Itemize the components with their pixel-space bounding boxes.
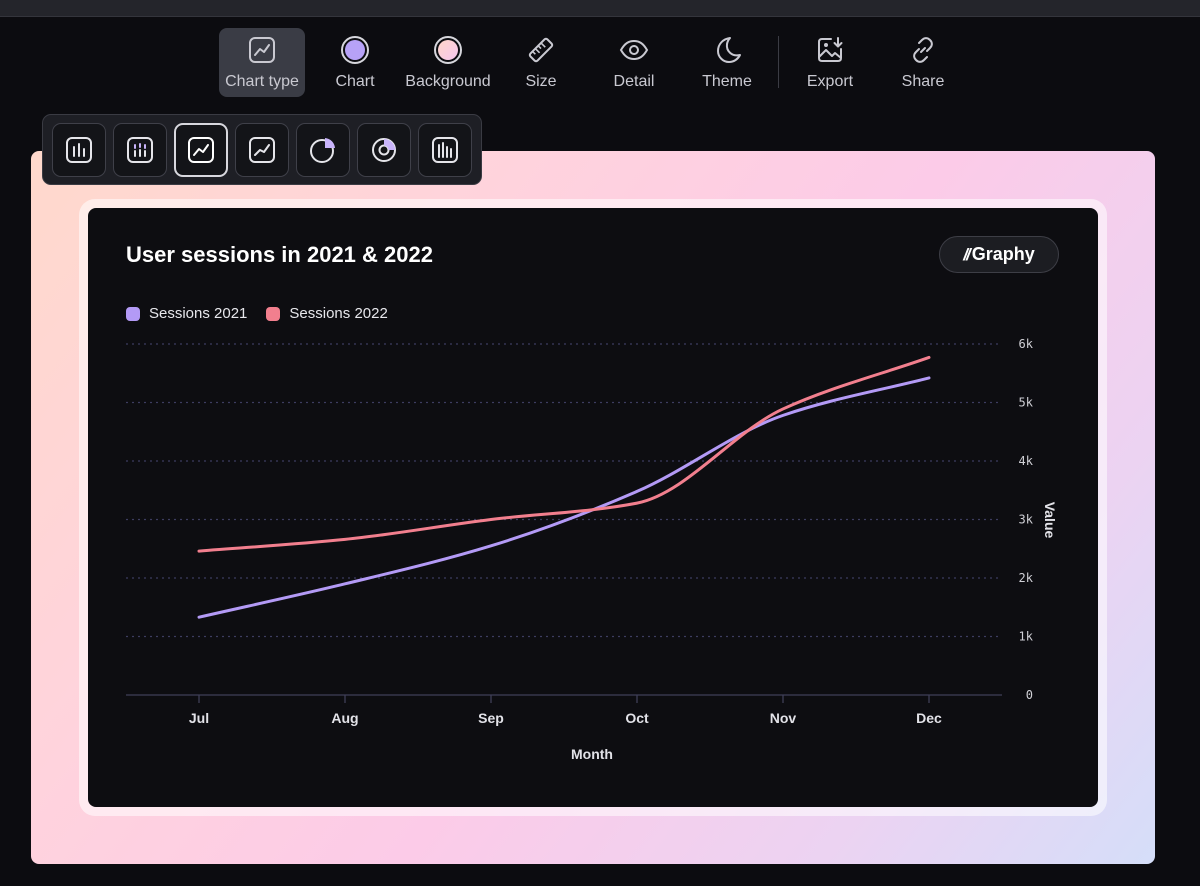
ruler-icon: [526, 35, 556, 65]
stacked-bar-chart-icon: [127, 137, 153, 163]
graphy-brand-badge[interactable]: // Graphy: [939, 236, 1059, 273]
line-chart-icon: [188, 137, 214, 163]
export-image-icon: [815, 35, 845, 65]
detail-tool[interactable]: Detail: [591, 28, 677, 97]
background-label: Background: [405, 73, 491, 90]
detail-label: Detail: [613, 73, 655, 90]
pie-chart-icon: [310, 138, 335, 163]
chart-color-tool[interactable]: Chart: [312, 28, 398, 97]
legend-item-2021[interactable]: Sessions 2021: [126, 305, 247, 322]
chart-type-pie-button[interactable]: [296, 123, 350, 177]
link-icon: [908, 35, 938, 65]
export-tool[interactable]: Export: [787, 28, 873, 97]
graphy-logo-icon: //: [963, 244, 971, 264]
area-line-chart-icon: [249, 137, 275, 163]
chart-type-line-button[interactable]: [174, 123, 228, 177]
legend-label-2022: Sessions 2022: [289, 305, 388, 322]
color-dot-icon: [340, 35, 370, 65]
toolbar-divider: [778, 36, 779, 88]
chart-type-stacked-bar-button[interactable]: [113, 123, 167, 177]
toolbar: Chart type Chart Background Size Detail …: [0, 28, 1200, 98]
chart-type-label: Chart type: [225, 73, 299, 90]
theme-label: Theme: [702, 73, 752, 90]
histogram-icon: [432, 137, 458, 163]
share-label: Share: [901, 73, 945, 90]
moon-icon: [712, 35, 742, 65]
chart-card: [88, 208, 1098, 807]
chart-legend: Sessions 2021 Sessions 2022: [126, 305, 407, 322]
line-chart-icon: [247, 35, 277, 65]
theme-tool[interactable]: Theme: [684, 28, 770, 97]
chart-type-bar-button[interactable]: [52, 123, 106, 177]
window-top-bar: [0, 0, 1200, 17]
eye-icon: [619, 35, 649, 65]
background-tool[interactable]: Background: [405, 28, 491, 97]
chart-type-histogram-button[interactable]: [418, 123, 472, 177]
chart-label: Chart: [335, 73, 375, 90]
color-dot-icon: [433, 35, 463, 65]
chart-type-donut-button[interactable]: [357, 123, 411, 177]
donut-chart-icon: [372, 138, 396, 162]
share-tool[interactable]: Share: [880, 28, 966, 97]
export-label: Export: [806, 73, 854, 90]
size-label: Size: [525, 73, 557, 90]
chart-type-popover: [42, 114, 482, 185]
chart-type-tool[interactable]: Chart type: [219, 28, 305, 97]
brand-name: Graphy: [971, 244, 1035, 264]
chart-title: User sessions in 2021 & 2022: [126, 242, 433, 267]
legend-item-2022[interactable]: Sessions 2022: [266, 305, 388, 322]
bar-chart-icon: [66, 137, 92, 163]
legend-label-2021: Sessions 2021: [149, 305, 248, 322]
legend-swatch-2022: [266, 306, 281, 321]
chart-type-area-line-button[interactable]: [235, 123, 289, 177]
size-tool[interactable]: Size: [498, 28, 584, 97]
legend-swatch-2021: [126, 306, 140, 321]
